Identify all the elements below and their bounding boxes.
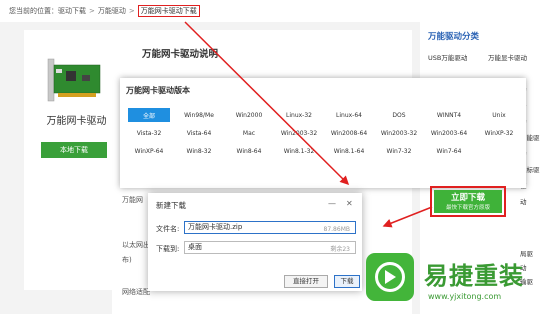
versions-panel: 万能网卡驱动版本 全部 Win98/Me Win2000 Linux-32 Li… [120,78,526,188]
logo-url: www.yjxitong.com [428,292,502,301]
versions-title: 万能网卡驱动版本 [126,86,190,95]
breadcrumb-item[interactable]: 万能驱动 [98,6,126,16]
version-tab[interactable]: Win98/Me [174,106,224,124]
filename-label: 文件名: [156,225,180,233]
download-now-highlight: 立即下载 最快下载官方原版 [430,186,506,217]
description-text: 万能网 [122,196,143,204]
category-item[interactable]: 动 [520,196,527,206]
download-now-sublabel: 最快下载官方原版 [445,205,490,211]
breadcrumb: 您当前的位置： 驱动下载 > 万能驱动 > 万能网卡驱动下载 [0,0,550,22]
download-path-field[interactable]: 桌面 剩余23 [184,241,356,254]
download-now-label: 立即下载 [450,193,485,203]
version-tab[interactable]: Linux-64 [324,106,374,124]
file-size: 87.86MB [323,226,350,233]
version-tab[interactable]: WinXP-32 [474,124,524,142]
version-tab[interactable]: Win7-64 [424,142,474,160]
category-item[interactable]: 万能显卡驱动 [488,52,527,62]
version-tab[interactable]: WinXP-64 [124,142,174,160]
version-tab[interactable]: Win8.1-32 [274,142,324,160]
version-tab[interactable]: Win7-32 [374,142,424,160]
refresh-play-icon [366,253,414,301]
local-download-button[interactable]: 本地下载 [41,142,107,158]
version-tab[interactable]: Win8-32 [174,142,224,160]
breadcrumb-separator: > [89,7,95,15]
category-title: 万能驱动分类 [428,32,480,42]
version-tab[interactable]: Win8-64 [224,142,274,160]
download-to-label: 下载到: [156,245,180,253]
minimize-icon[interactable]: — [328,199,336,208]
version-tab[interactable]: Win2008-64 [324,124,374,142]
version-tab-all[interactable]: 全部 [128,108,170,122]
version-tab[interactable]: Win2003-32 [374,124,424,142]
open-directly-button[interactable]: 直接打开 [284,275,328,288]
version-tab[interactable]: Vista-64 [174,124,224,142]
new-download-dialog: 新建下载 — ✕ 文件名: 万能网卡驱动.zip 87.86MB 下载到: 桌面… [148,193,362,291]
section-title: 万能网卡驱动说明 [142,49,219,60]
version-tab[interactable]: Win2003-64 [424,124,474,142]
versions-grid: 全部 Win98/Me Win2000 Linux-32 Linux-64 DO… [124,106,524,160]
dialog-title: 新建下载 [156,201,186,210]
free-space: 剩余23 [330,246,350,253]
version-tab[interactable]: Win2000 [224,106,274,124]
network-card-image [44,55,106,107]
download-path-value: 桌面 [188,243,202,251]
filename-value: 万能网卡驱动.zip [188,223,243,231]
close-icon[interactable]: ✕ [346,199,353,208]
site-logo: 易捷重装 www.yjxitong.com [358,250,550,314]
breadcrumb-separator: > [128,7,135,15]
description-text: 网络适配 [122,288,150,296]
filename-field[interactable]: 万能网卡驱动.zip 87.86MB [184,221,356,234]
description-text: 布) [122,256,132,264]
version-tab[interactable]: Vista-32 [124,124,174,142]
download-button[interactable]: 下载 [334,275,360,288]
breadcrumb-current[interactable]: 万能网卡驱动下载 [137,5,200,17]
version-tab[interactable]: WINNT4 [424,106,474,124]
version-tab[interactable]: Mac [224,124,274,142]
version-tab[interactable]: DOS [374,106,424,124]
download-now-button[interactable]: 立即下载 最快下载官方原版 [434,190,502,213]
version-tab[interactable]: Linux-32 [274,106,324,124]
breadcrumb-item[interactable]: 驱动下载 [58,6,86,16]
logo-name: 易捷重装 [424,262,524,290]
version-tab[interactable]: Unix [474,106,524,124]
category-item[interactable]: USB万能驱动 [428,52,467,62]
description-text: 以太网出 [122,241,150,249]
version-tab[interactable]: Win8.1-64 [324,142,374,160]
version-tab[interactable]: Win2003-32 [274,124,324,142]
breadcrumb-prefix: 您当前的位置： [9,7,58,15]
